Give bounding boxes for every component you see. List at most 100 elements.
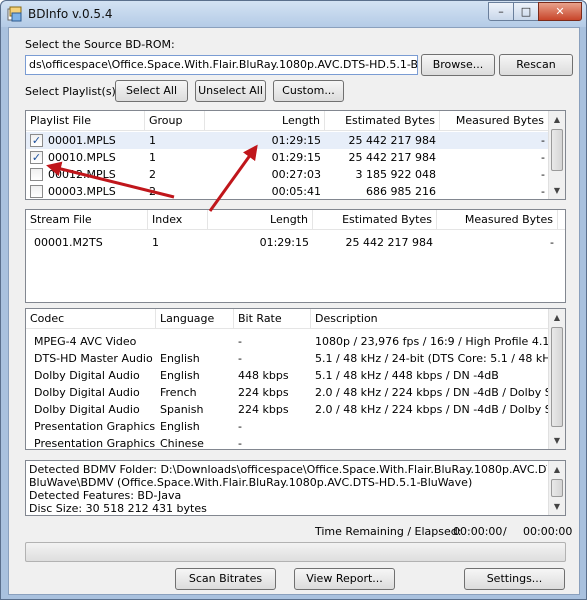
- codec-description: 2.0 / 48 kHz / 224 kbps / DN -4dB / Dolb…: [315, 403, 549, 416]
- playlist-est-bytes: 686 985 216: [366, 185, 436, 198]
- codec-bit-rate: 224 kbps: [238, 403, 289, 416]
- codec-scrollbar[interactable]: ▲ ▼: [548, 309, 565, 449]
- scroll-thumb[interactable]: [551, 327, 563, 427]
- col-stream-measured-bytes[interactable]: Measured Bytes: [437, 210, 558, 230]
- codec-language: Chinese: [160, 437, 204, 450]
- minimize-button[interactable]: –: [488, 2, 514, 21]
- col-estimated-bytes[interactable]: Estimated Bytes: [325, 111, 440, 131]
- playlist-list[interactable]: Playlist File Group Length Estimated Byt…: [25, 110, 566, 200]
- playlist-checkbox[interactable]: [30, 185, 43, 198]
- scroll-down-icon[interactable]: ▼: [549, 498, 565, 515]
- codec-language: French: [160, 386, 197, 399]
- codec-list[interactable]: Codec Language Bit Rate Description MPEG…: [25, 308, 566, 450]
- codec-row[interactable]: MPEG-4 AVC Video - 1080p / 23,976 fps / …: [26, 333, 549, 350]
- codec-description: 5.1 / 48 kHz / 24-bit (DTS Core: 5.1 / 4…: [315, 352, 549, 365]
- source-path-input[interactable]: ds\officespace\Office.Space.With.Flair.B…: [25, 55, 418, 75]
- custom-button[interactable]: Custom...: [273, 80, 344, 102]
- maximize-button[interactable]: □: [513, 2, 539, 21]
- stream-length: 01:29:15: [259, 236, 309, 249]
- playlist-row[interactable]: ✓ 00001.MPLS 1 01:29:15 25 442 217 984 -: [26, 132, 549, 149]
- info-line: Disc Size: 30 518 212 431 bytes: [29, 502, 207, 515]
- codec-row[interactable]: Presentation Graphics Chinese -: [26, 435, 549, 450]
- playlist-est-bytes: 25 442 217 984: [348, 151, 436, 164]
- codec-bit-rate: -: [238, 437, 242, 450]
- unselect-all-button[interactable]: Unselect All: [195, 80, 266, 102]
- playlist-group: 1: [149, 151, 156, 164]
- playlist-group: 2: [149, 168, 156, 181]
- stream-header: Stream File Index Length Estimated Bytes…: [26, 210, 565, 230]
- codec-name: DTS-HD Master Audio: [34, 352, 153, 365]
- col-stream-length[interactable]: Length: [208, 210, 313, 230]
- codec-row[interactable]: Dolby Digital Audio Spanish 224 kbps 2.0…: [26, 401, 549, 418]
- scroll-down-icon[interactable]: ▼: [549, 432, 565, 449]
- codec-row[interactable]: Dolby Digital Audio French 224 kbps 2.0 …: [26, 384, 549, 401]
- playlist-checkbox[interactable]: [30, 168, 43, 181]
- codec-name: Dolby Digital Audio: [34, 386, 140, 399]
- scroll-thumb[interactable]: [551, 479, 563, 497]
- select-all-button[interactable]: Select All: [115, 80, 188, 102]
- select-playlists-label: Select Playlist(s):: [25, 85, 120, 98]
- info-textbox[interactable]: Detected BDMV Folder: D:\Downloads\offic…: [25, 460, 566, 516]
- view-report-button[interactable]: View Report...: [294, 568, 395, 590]
- col-index[interactable]: Index: [148, 210, 208, 230]
- scan-bitrates-button[interactable]: Scan Bitrates: [175, 568, 276, 590]
- scroll-up-icon[interactable]: ▲: [549, 309, 565, 326]
- codec-bit-rate: 448 kbps: [238, 369, 289, 382]
- playlist-scrollbar[interactable]: ▲ ▼: [548, 111, 565, 199]
- stream-row[interactable]: 00001.M2TS 1 01:29:15 25 442 217 984 -: [26, 234, 565, 251]
- app-icon: [7, 6, 22, 22]
- playlist-checkbox[interactable]: ✓: [30, 134, 43, 147]
- title-bar[interactable]: BDInfo v.0.5.4 – □ ✕: [1, 1, 586, 27]
- scroll-up-icon[interactable]: ▲: [549, 461, 565, 478]
- playlist-header: Playlist File Group Length Estimated Byt…: [26, 111, 549, 131]
- codec-name: Dolby Digital Audio: [34, 403, 140, 416]
- info-line: Detected Features: BD-Java: [29, 489, 182, 502]
- playlist-row[interactable]: 00012.MPLS 2 00:27:03 3 185 922 048 -: [26, 166, 549, 183]
- col-stream-est-bytes[interactable]: Estimated Bytes: [313, 210, 437, 230]
- scroll-down-icon[interactable]: ▼: [549, 182, 565, 199]
- rescan-button[interactable]: Rescan: [499, 54, 573, 76]
- codec-row[interactable]: DTS-HD Master Audio English - 5.1 / 48 k…: [26, 350, 549, 367]
- codec-row[interactable]: Dolby Digital Audio English 448 kbps 5.1…: [26, 367, 549, 384]
- playlist-file: 00003.MPLS: [48, 185, 116, 198]
- codec-bit-rate: -: [238, 420, 242, 433]
- col-length[interactable]: Length: [205, 111, 325, 131]
- codec-language: English: [160, 420, 200, 433]
- app-window: BDInfo v.0.5.4 – □ ✕ Select the Source B…: [0, 0, 587, 600]
- playlist-measured-bytes: -: [541, 185, 545, 198]
- browse-button[interactable]: Browse...: [421, 54, 495, 76]
- playlist-length: 00:05:41: [271, 185, 321, 198]
- col-codec[interactable]: Codec: [26, 309, 156, 329]
- col-language[interactable]: Language: [156, 309, 234, 329]
- scroll-thumb[interactable]: [551, 129, 563, 171]
- time-elapsed: 00:00:00: [523, 525, 573, 538]
- col-group[interactable]: Group: [145, 111, 205, 131]
- stream-measured-bytes: -: [550, 236, 554, 249]
- check-icon: ✓: [31, 151, 42, 164]
- info-scrollbar[interactable]: ▲ ▼: [548, 461, 565, 515]
- codec-name: Presentation Graphics: [34, 420, 156, 433]
- col-description[interactable]: Description: [311, 309, 549, 329]
- codec-description: [311, 418, 549, 435]
- codec-language: English: [160, 369, 200, 382]
- playlist-est-bytes: 3 185 922 048: [355, 168, 436, 181]
- info-line: Detected BDMV Folder: D:\Downloads\offic…: [29, 463, 547, 476]
- codec-row[interactable]: Presentation Graphics English -: [26, 418, 549, 435]
- scroll-up-icon[interactable]: ▲: [549, 111, 565, 128]
- col-measured-bytes[interactable]: Measured Bytes: [440, 111, 549, 131]
- stream-list[interactable]: Stream File Index Length Estimated Bytes…: [25, 209, 566, 303]
- col-stream-file[interactable]: Stream File: [26, 210, 148, 230]
- codec-language: Spanish: [160, 403, 204, 416]
- settings-button[interactable]: Settings...: [464, 568, 565, 590]
- stream-file: 00001.M2TS: [34, 236, 103, 249]
- playlist-row[interactable]: 00003.MPLS 2 00:05:41 686 985 216 -: [26, 183, 549, 199]
- playlist-row[interactable]: ✓ 00010.MPLS 1 01:29:15 25 442 217 984 -: [26, 149, 549, 166]
- col-playlist-file[interactable]: Playlist File: [26, 111, 145, 131]
- codec-language: English: [160, 352, 200, 365]
- codec-name: Dolby Digital Audio: [34, 369, 140, 382]
- time-remaining: 00:00:00: [453, 525, 503, 538]
- codec-bit-rate: -: [238, 335, 242, 348]
- playlist-checkbox[interactable]: ✓: [30, 151, 43, 164]
- close-button[interactable]: ✕: [538, 2, 582, 21]
- col-bit-rate[interactable]: Bit Rate: [234, 309, 311, 329]
